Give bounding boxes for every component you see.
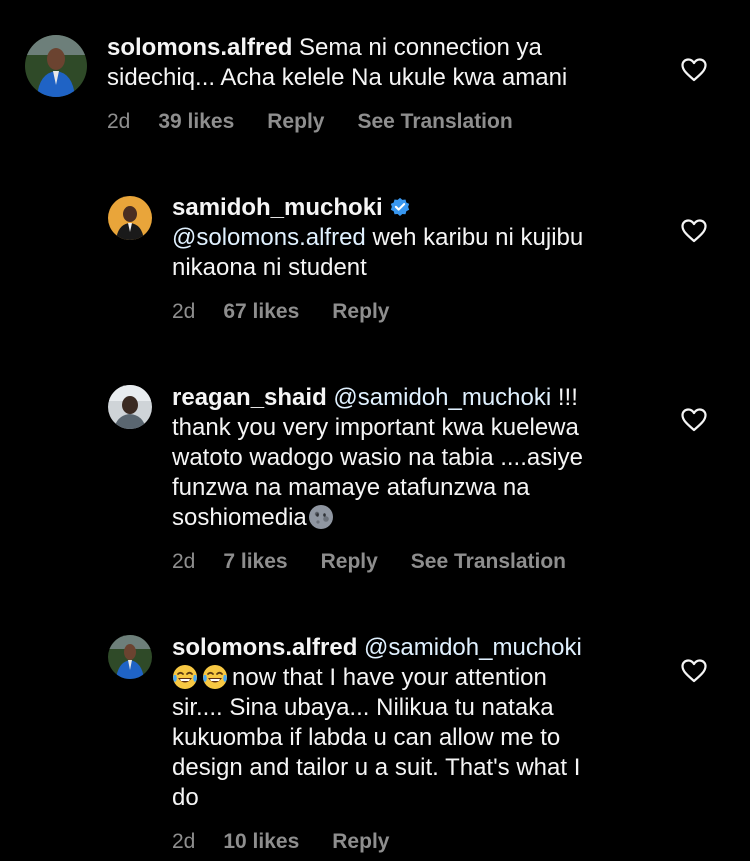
comment-line: sidechiq... Acha kelele Na ukule kwa ama… [107,64,568,91]
like-heart-icon[interactable] [681,58,707,82]
reply-button[interactable]: Reply [267,110,324,134]
like-heart-icon[interactable] [681,408,707,432]
tears-of-joy-emoji-icon [173,665,197,689]
profile-photo-icon [25,35,87,97]
comment-line: soshiomedia [172,504,307,531]
see-translation-button[interactable]: See Translation [411,550,566,574]
username[interactable]: reagan_shaid [172,384,327,411]
comment-text: solomons.alfred @samidoh_muchokinow that… [172,633,672,813]
timestamp: 2d [107,110,131,133]
username[interactable]: solomons.alfred [172,634,357,661]
comment-text: reagan_shaid @samidoh_muchoki !!! thank y… [172,383,672,533]
like-heart-icon[interactable] [681,659,707,683]
reply-button[interactable]: Reply [332,830,389,854]
comment-line: watoto wadogo wasio na tabia ....asiye [172,444,583,471]
comment-line: nikaona ni student [172,254,367,281]
comment-line: thank you very important kwa kuelewa [172,414,579,441]
avatar[interactable] [108,196,152,240]
verified-badge-icon [390,197,409,216]
comment-line: kukuomba if labda u can allow me to [172,724,561,751]
comment-meta: 2d 67 likes Reply [172,300,389,324]
username[interactable]: solomons.alfred [107,34,292,61]
comment-line: now that I have your attention [232,664,547,691]
likes-count[interactable]: 7 likes [223,550,287,574]
profile-photo-icon [108,385,152,429]
comment-line: design and tailor u a suit. That's what … [172,754,581,781]
likes-count[interactable]: 39 likes [158,110,234,134]
comment-line: funzwa na mamaye atafunzwa na [172,474,530,501]
profile-photo-icon [108,635,152,679]
new-moon-face-emoji-icon [308,505,333,529]
comment-line: sir.... Sina ubaya... Nilikua tu nataka [172,694,554,721]
avatar[interactable] [108,635,152,679]
comment-line: Sema ni connection ya [292,34,542,61]
reply-button[interactable]: Reply [321,550,378,574]
comment-meta: 2d 7 likes Reply See Translation [172,550,566,574]
comment-text: samidoh_muchoki @solomons.alfred weh kari… [172,193,672,283]
avatar[interactable] [25,35,87,97]
comment-line: weh karibu ni kujibu [365,224,584,251]
likes-count[interactable]: 10 likes [223,830,299,854]
comment-text: solomons.alfred Sema ni connection ya sid… [107,33,667,93]
mention-link[interactable]: @samidoh_muchoki [333,384,551,411]
likes-count[interactable]: 67 likes [223,300,299,324]
timestamp: 2d [172,550,196,573]
comment-meta: 2d 39 likes Reply See Translation [107,110,513,134]
avatar[interactable] [108,385,152,429]
timestamp: 2d [172,300,196,323]
comment-line: !!! [551,384,578,411]
comment-line: do [172,784,199,811]
timestamp: 2d [172,830,196,853]
username[interactable]: samidoh_muchoki [172,194,383,221]
reply-button[interactable]: Reply [332,300,389,324]
comment-meta: 2d 10 likes Reply [172,830,389,854]
like-heart-icon[interactable] [681,219,707,243]
see-translation-button[interactable]: See Translation [357,110,512,134]
mention-link[interactable]: @solomons.alfred [172,224,366,251]
mention-link[interactable]: @samidoh_muchoki [364,634,582,661]
profile-photo-icon [108,196,152,240]
tears-of-joy-emoji-icon [203,665,227,689]
